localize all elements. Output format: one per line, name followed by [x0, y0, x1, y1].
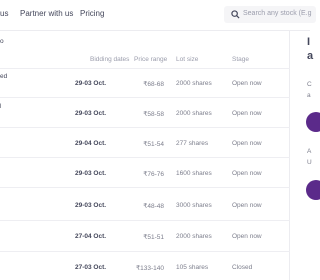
nav-link-pricing[interactable]: Pricing [80, 9, 104, 18]
bidding-dates: 27-03 Oct. [75, 264, 107, 271]
aside-text: C [307, 81, 312, 88]
row-divider [0, 251, 290, 252]
aside-avatar[interactable] [306, 180, 320, 200]
price-range: ₹76-76 [143, 171, 164, 178]
price-range: ₹68-68 [143, 81, 164, 88]
nav-link-partner[interactable]: Partner with us [20, 9, 73, 18]
lot-size: 2000 shares [176, 80, 212, 87]
row-divider [0, 220, 290, 221]
price-range: ₹51-51 [143, 234, 164, 241]
search-icon [231, 10, 240, 19]
aside-heading-line2: a [307, 50, 314, 62]
row-name-fragment: ed [0, 73, 8, 80]
stage: Open now [232, 202, 262, 209]
stage: Open now [232, 170, 262, 177]
row-divider [0, 187, 290, 188]
search-input[interactable]: Search any stock (E.g [224, 6, 316, 23]
row-name-fragment: l [0, 103, 2, 110]
aside-text: U [307, 159, 312, 166]
nav-link-about-us[interactable]: us [0, 9, 8, 18]
bidding-dates: 29-03 Oct. [75, 202, 107, 209]
row-divider [0, 127, 290, 128]
bidding-dates: 29-03 Oct. [75, 170, 107, 177]
stage: Closed [232, 264, 253, 271]
lot-size: 1600 shares [176, 170, 212, 177]
price-range: ₹48-48 [143, 203, 164, 210]
stage: Open now [232, 140, 262, 147]
lot-size: 2000 shares [176, 110, 212, 117]
column-stage: Stage [232, 56, 249, 63]
aside-avatar[interactable] [306, 112, 320, 132]
stage: Open now [232, 233, 262, 240]
bidding-dates: 29-04 Oct. [75, 140, 107, 147]
price-range: ₹51-54 [143, 141, 164, 148]
stage: Open now [232, 110, 262, 117]
bidding-dates: 29-03 Oct. [75, 110, 107, 117]
aside-text: a [307, 92, 311, 99]
column-bidding-dates: Bidding dates [90, 56, 130, 63]
lot-size: 2000 shares [176, 233, 212, 240]
column-price-range: Price range [134, 56, 168, 63]
bidding-dates: 27-04 Oct. [75, 233, 107, 240]
lot-size: 3000 shares [176, 202, 212, 209]
price-range: ₹133-140 [136, 265, 164, 272]
search-placeholder: Search any stock (E.g [243, 10, 312, 17]
lot-size: 105 shares [176, 264, 209, 271]
lot-size: 277 shares [176, 140, 209, 147]
aside-text: A [307, 148, 312, 155]
header-divider [0, 68, 290, 69]
row-divider [0, 97, 290, 98]
top-navigation: us Partner with us Pricing Search any st… [0, 0, 316, 31]
aside-heading: I [307, 36, 311, 48]
bidding-dates: 29-03 Oct. [75, 80, 107, 87]
row-divider [0, 157, 290, 158]
stage: Open now [232, 80, 262, 87]
price-range: ₹58-58 [143, 111, 164, 118]
column-lot-size: Lot size [176, 56, 199, 63]
table-header-fragment: o [0, 38, 4, 45]
